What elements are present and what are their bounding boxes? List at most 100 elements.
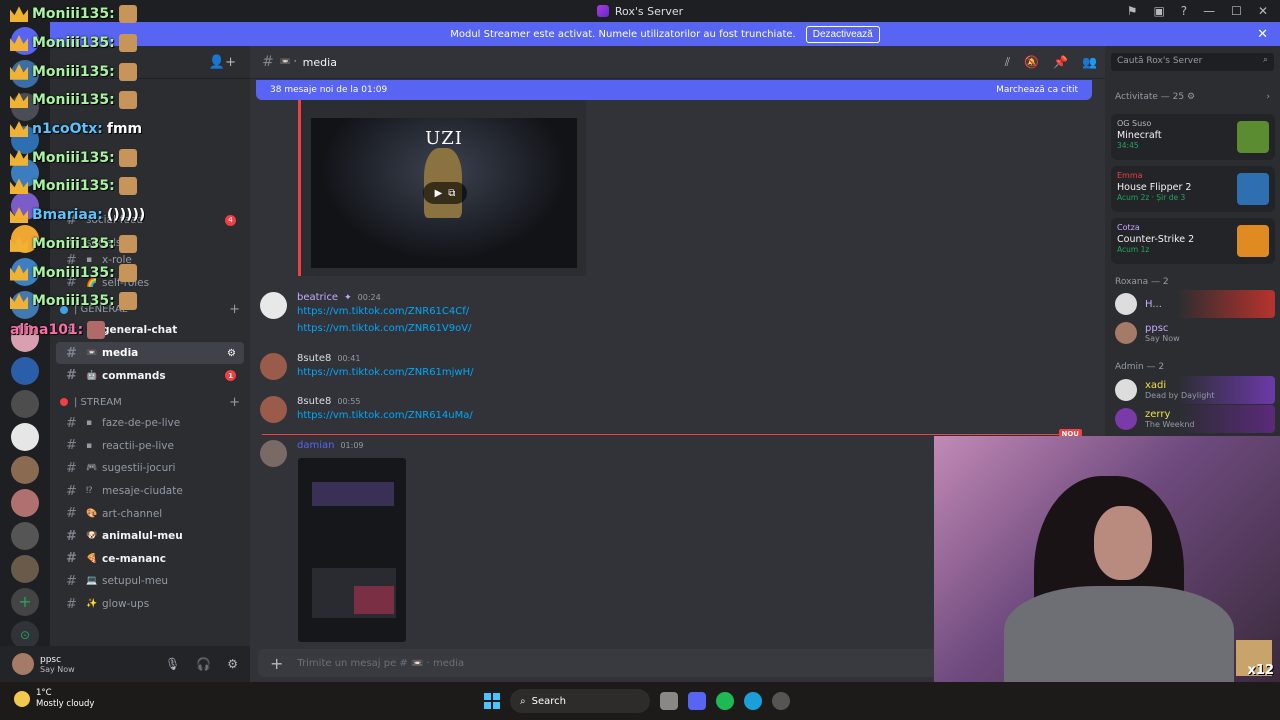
channel-ce-mananc[interactable]: # 🍕 ce-mananc xyxy=(56,548,244,571)
add-channel-icon[interactable]: + xyxy=(229,395,240,410)
server-icon[interactable] xyxy=(11,555,39,583)
members-icon[interactable]: 👥 xyxy=(1082,55,1097,70)
activity-card[interactable]: Emma House Flipper 2 Acum 2z · Șir de 3 xyxy=(1111,166,1275,212)
add-channel-icon[interactable]: + xyxy=(229,302,240,317)
header-toolbar: ⫽ 🔕 📌 👥 xyxy=(1005,55,1097,70)
spotify-icon[interactable] xyxy=(716,692,734,710)
member-row[interactable]: ppsc Say Now xyxy=(1111,319,1275,347)
channel-setupul-meu[interactable]: # 💻 setupul-meu xyxy=(56,570,244,593)
help-icon[interactable]: ? xyxy=(1181,4,1187,18)
screen-icon[interactable]: ▣ xyxy=(1153,4,1164,18)
discover-icon[interactable]: ⊙ xyxy=(11,621,39,649)
channel-animalul-meu[interactable]: # 🐶 animalul-meu xyxy=(56,525,244,548)
new-messages-bar[interactable]: 38 mesaje noi de la 01:09 Marchează ca c… xyxy=(256,80,1092,100)
server-icon[interactable] xyxy=(11,390,39,418)
message-author[interactable]: beatrice xyxy=(297,292,338,303)
attach-plus-icon[interactable]: + xyxy=(270,654,283,673)
crown-icon xyxy=(10,63,28,80)
app-icon[interactable] xyxy=(772,692,790,710)
inbox-icon[interactable]: ⚑ xyxy=(1127,4,1138,18)
channel-reactii-pe-live[interactable]: # ▪ reactii-pe-live xyxy=(56,435,244,458)
new-messages-text: 38 mesaje noi de la 01:09 xyxy=(270,85,388,95)
channel-faze-de-pe-live[interactable]: # ▪ faze-de-pe-live xyxy=(56,412,244,435)
pin-icon[interactable]: 📌 xyxy=(1053,55,1068,70)
channel-art-channel[interactable]: # 🎨 art-channel xyxy=(56,502,244,525)
edge-icon[interactable] xyxy=(744,692,762,710)
threads-icon[interactable]: ⫽ xyxy=(1005,55,1010,70)
crown-icon xyxy=(10,235,28,252)
mark-read-button[interactable]: Marchează ca citit xyxy=(996,85,1078,95)
activity-card[interactable]: Cotza Counter-Strike 2 Acum 1z xyxy=(1111,218,1275,264)
overlay-username: Moniii135: xyxy=(32,235,115,252)
close-banner-icon[interactable]: ✕ xyxy=(1257,27,1268,42)
external-link-icon: ⧉ xyxy=(448,187,456,199)
channel-settings-icon[interactable]: ⚙ xyxy=(227,348,236,359)
crown-icon xyxy=(10,149,28,166)
avatar[interactable] xyxy=(260,440,287,467)
channel-sugestii-jocuri[interactable]: # 🎮 sugestii-jocuri xyxy=(56,457,244,480)
avatar[interactable] xyxy=(260,292,287,319)
message-link[interactable]: https://vm.tiktok.com/ZNR61V9oV/ xyxy=(297,320,471,337)
weather-widget[interactable]: 1°C Mostly cloudy xyxy=(14,688,94,710)
crown-icon xyxy=(10,35,28,52)
channel-name: art-channel xyxy=(102,507,163,520)
message-author[interactable]: 8sute8 xyxy=(297,396,331,407)
message-time: 00:41 xyxy=(337,354,361,363)
member-name: ppsc xyxy=(1145,323,1169,334)
play-button[interactable]: ▶ ⧉ xyxy=(423,182,467,204)
hash-icon: # xyxy=(66,345,77,361)
microphone-icon[interactable]: 🎙 xyxy=(165,657,180,671)
server-icon[interactable] xyxy=(11,423,39,451)
video-thumbnail[interactable]: UZI ▶ ⧉ xyxy=(311,118,577,268)
channel-commands[interactable]: # 🤖 commands 1 xyxy=(56,364,244,387)
channel-mesaje-ciudate[interactable]: # ⁉ mesaje-ciudate xyxy=(56,480,244,503)
message-link[interactable]: https://vm.tiktok.com/ZNR61mjwH/ xyxy=(297,364,474,381)
avatar xyxy=(1115,379,1137,401)
server-icon[interactable] xyxy=(11,522,39,550)
avatar[interactable] xyxy=(260,396,287,423)
member-row[interactable]: zerry The Weeknd xyxy=(1111,405,1275,433)
avatar[interactable] xyxy=(12,653,34,675)
minimize-icon[interactable]: — xyxy=(1203,4,1215,18)
member-name: xadi xyxy=(1145,380,1167,391)
headphones-icon[interactable]: 🎧 xyxy=(196,657,211,671)
member-group-header: Roxana — 2 xyxy=(1115,277,1169,287)
mute-bell-icon[interactable]: 🔕 xyxy=(1024,55,1039,70)
chevron-right-icon[interactable]: › xyxy=(1266,92,1270,102)
discord-icon[interactable] xyxy=(688,692,706,710)
server-search-input[interactable]: Caută Rox's Server ⌕ xyxy=(1111,53,1274,71)
overlay-avatar xyxy=(118,177,137,196)
windows-start-icon[interactable] xyxy=(484,693,500,709)
user-info[interactable]: ppsc Say Now xyxy=(40,655,75,674)
invite-icon[interactable]: 👤+ xyxy=(209,55,236,70)
taskbar-search[interactable]: ⌕ Search xyxy=(510,689,650,713)
member-row[interactable]: H... xyxy=(1111,290,1275,318)
settings-gear-icon[interactable]: ⚙ xyxy=(227,657,238,671)
member-row[interactable]: xadi Dead by Daylight xyxy=(1111,376,1275,404)
message-author[interactable]: 8sute8 xyxy=(297,353,331,364)
category-stream[interactable]: | STREAM + xyxy=(60,395,240,410)
question-icon: ⁉ xyxy=(86,486,93,497)
activity-card[interactable]: OG Suso Minecraft 34:45 xyxy=(1111,114,1275,160)
activity-header[interactable]: Activitate — 25 ⚙ › xyxy=(1115,92,1270,102)
channel-glow-ups[interactable]: # ✨ glow-ups xyxy=(56,593,244,616)
crown-icon xyxy=(10,92,28,109)
disable-streamer-button[interactable]: Dezactivează xyxy=(805,25,880,43)
file-explorer-icon[interactable] xyxy=(660,692,678,710)
overlay-row: Moniii135: xyxy=(10,287,210,316)
server-icon[interactable] xyxy=(11,357,39,385)
server-icon[interactable] xyxy=(11,456,39,484)
message-link[interactable]: https://vm.tiktok.com/ZNR61C4Cf/ xyxy=(297,303,471,320)
close-window-icon[interactable]: ✕ xyxy=(1258,4,1268,18)
screenshot-attachment[interactable] xyxy=(298,458,406,642)
maximize-icon[interactable]: ☐ xyxy=(1231,4,1242,18)
message-link[interactable]: https://vm.tiktok.com/ZNR614uMa/ xyxy=(297,407,473,424)
channel-media[interactable]: # 📼 media ⚙ xyxy=(56,341,244,365)
hash-icon: # xyxy=(66,438,77,454)
server-icon[interactable] xyxy=(11,489,39,517)
avatar[interactable] xyxy=(260,353,287,380)
unread-badge: 4 xyxy=(225,214,236,226)
message-author[interactable]: damian xyxy=(297,440,334,451)
crown-icon xyxy=(10,207,28,224)
add-server-icon[interactable]: + xyxy=(11,588,39,616)
